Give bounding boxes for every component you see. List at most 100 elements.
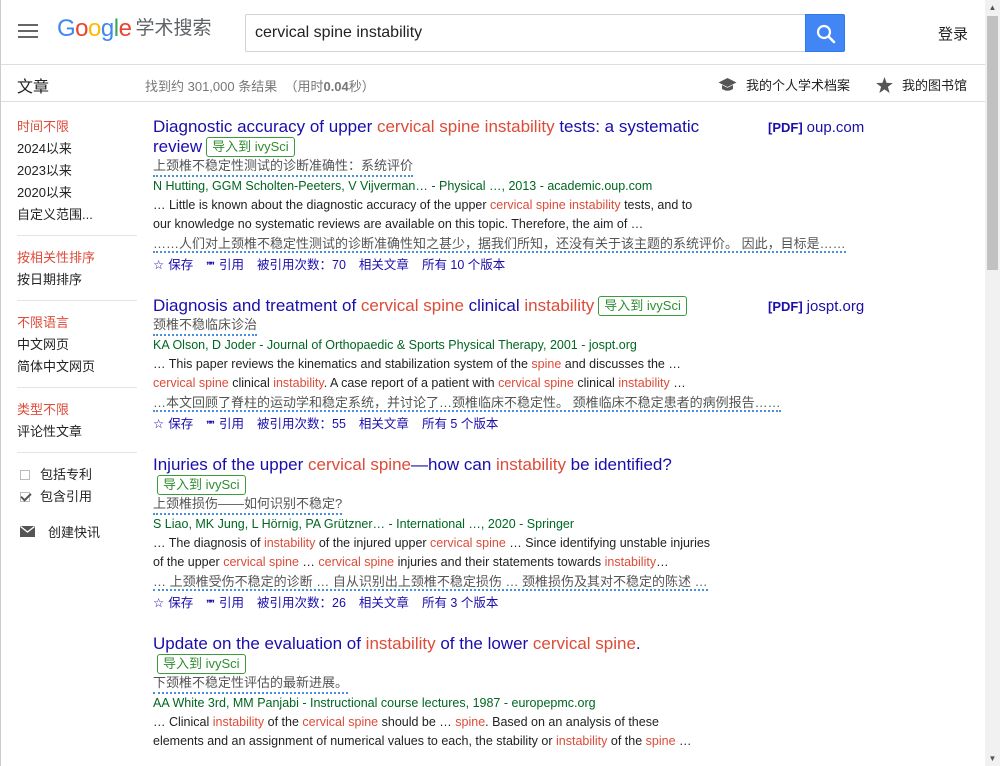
checkbox-unchecked[interactable]: [20, 470, 30, 480]
cited-by-link[interactable]: 被引用次数：26: [257, 596, 346, 610]
create-alert-label: 创建快讯: [48, 525, 101, 540]
snippet-text: should be …: [378, 715, 456, 729]
quote-icon: ❞❞: [206, 261, 215, 272]
snippet-text: injuries and their statements towards: [394, 555, 605, 569]
scroll-up-arrow-icon[interactable]: ▲: [985, 0, 1000, 15]
pdf-source: oup.com: [806, 119, 865, 136]
scroll-down-arrow-icon[interactable]: ▼: [985, 751, 1000, 766]
pdf-source: jospt.org: [806, 298, 865, 315]
result-snippet: … The diagnosis of instability of the in…: [153, 534, 713, 572]
checkbox-checked[interactable]: [20, 492, 30, 502]
title-highlight: cervical spine instability: [376, 117, 555, 136]
time-since-2020[interactable]: 2020以来: [17, 182, 137, 204]
vertical-scrollbar[interactable]: ▲ ▼: [985, 0, 1000, 766]
all-versions-link[interactable]: 所有 3 个版本: [422, 596, 498, 610]
snippet-translation-wrap: ……人们对上颈椎不稳定性测试的诊断准确性知之甚少，据我们所知，还没有关于该主题的…: [153, 235, 863, 253]
title-text: of the lower: [435, 634, 533, 653]
lang-simplified-chinese[interactable]: 简体中文网页: [17, 356, 137, 378]
import-ivysci-button[interactable]: 导入到 ivySci: [157, 475, 246, 495]
lang-any[interactable]: 不限语言: [17, 312, 137, 334]
include-patents-checkbox[interactable]: 包括专利: [17, 464, 137, 486]
snippet-translation-wrap: …本文回顾了脊柱的运动学和稳定系统，并讨论了…颈椎临床不稳定性。 颈椎临床不稳定…: [153, 394, 863, 412]
cite-button[interactable]: ❞❞ 引用: [206, 596, 244, 610]
login-button[interactable]: 登录: [938, 23, 968, 44]
title-highlight: cervical spine: [307, 455, 411, 474]
time-custom-range[interactable]: 自定义范围...: [17, 204, 137, 226]
save-label: 保存: [168, 417, 194, 431]
title-highlight: cervical spine: [532, 634, 636, 653]
result-snippet: … This paper reviews the kinematics and …: [153, 355, 713, 393]
result-title-link[interactable]: Diagnostic accuracy of upper cervical sp…: [153, 117, 733, 157]
time-any[interactable]: 时间不限: [17, 116, 137, 138]
results-stats: 找到约 301,000 条结果 （用时0.04秒）: [145, 76, 375, 95]
snippet-highlight: cervical spine instability: [490, 198, 621, 212]
my-library-link[interactable]: 我的图书馆: [876, 75, 967, 94]
scholar-product-name: 学术搜索: [135, 18, 212, 39]
related-articles-link[interactable]: 相关文章: [359, 596, 409, 610]
lang-chinese[interactable]: 中文网页: [17, 334, 137, 356]
snippet-text: . A case report of a patient with: [323, 376, 499, 390]
snippet-text: …: [298, 555, 319, 569]
snippet-translation: … 上颈椎受伤不稳定的诊断 … 自从识别出上颈椎不稳定损伤 … 颈椎损伤及其对不…: [153, 574, 708, 591]
scrollbar-thumb[interactable]: [987, 16, 998, 270]
import-ivysci-button[interactable]: 导入到 ivySci: [598, 296, 687, 316]
my-profile-label: 我的个人学术档案: [746, 78, 851, 93]
snippet-text: …: [656, 555, 669, 569]
type-any[interactable]: 类型不限: [17, 399, 137, 421]
result-actions: ☆ 保存 ❞❞ 引用 被引用次数：70 相关文章 所有 10 个版本: [153, 255, 873, 277]
menu-icon[interactable]: [18, 24, 38, 40]
import-ivysci-button[interactable]: 导入到 ivySci: [206, 137, 295, 157]
time-since-2024[interactable]: 2024以来: [17, 138, 137, 160]
save-button[interactable]: ☆ 保存: [153, 417, 193, 431]
browser-frame: Google学术搜索 登录 文章 找到约 301,000 条结果 （用时0.04…: [0, 0, 985, 766]
related-articles-link[interactable]: 相关文章: [359, 258, 409, 272]
search-input[interactable]: [245, 14, 806, 52]
cited-by-link[interactable]: 被引用次数：70: [257, 258, 346, 272]
results-toolbar: 文章 找到约 301,000 条结果 （用时0.04秒） 我的个人学术档案 我的…: [1, 64, 985, 102]
cite-button[interactable]: ❞❞ 引用: [206, 258, 244, 272]
logo-letter: o: [75, 15, 89, 42]
result-title-link[interactable]: Injuries of the upper cervical spine—how…: [153, 455, 733, 495]
cite-button[interactable]: ❞❞ 引用: [206, 417, 244, 431]
all-versions-link[interactable]: 所有 5 个版本: [422, 417, 498, 431]
result-title-link[interactable]: Update on the evaluation of instability …: [153, 634, 733, 674]
title-text: be identified?: [565, 455, 672, 474]
title-translation: 下颈椎不稳定性评估的最新进展。: [153, 674, 349, 694]
cited-by-link[interactable]: 被引用次数：55: [257, 417, 346, 431]
pdf-link[interactable]: [PDF] jospt.org: [768, 298, 864, 315]
title-highlight: instability: [365, 634, 436, 653]
title-highlight: instability: [524, 296, 595, 315]
results-list: Diagnostic accuracy of upper cervical sp…: [153, 117, 873, 766]
snippet-text: … Little is known about the diagnostic a…: [153, 198, 490, 212]
search-button[interactable]: [805, 14, 845, 52]
save-button[interactable]: ☆ 保存: [153, 258, 193, 272]
pdf-link[interactable]: [PDF] oup.com: [768, 119, 864, 136]
search-result: Injuries of the upper cervical spine—how…: [153, 455, 873, 615]
snippet-highlight: spine: [455, 715, 486, 729]
import-ivysci-button[interactable]: 导入到 ivySci: [157, 654, 246, 674]
search-result: Diagnosis and treatment of cervical spin…: [153, 296, 873, 436]
pdf-tag: [PDF]: [768, 299, 803, 314]
title-highlight: cervical spine: [360, 296, 464, 315]
mail-icon: [20, 526, 35, 537]
sort-by-date[interactable]: 按日期排序: [17, 269, 137, 291]
time-filter-group: 时间不限 2024以来 2023以来 2020以来 自定义范围...: [17, 116, 137, 236]
cite-label: 引用: [219, 596, 245, 610]
include-citations-checkbox[interactable]: 包含引用: [17, 486, 137, 508]
sort-by-relevance[interactable]: 按相关性排序: [17, 247, 137, 269]
related-articles-link[interactable]: 相关文章: [359, 417, 409, 431]
star-outline-icon: ☆: [153, 258, 165, 272]
logo[interactable]: Google 学术搜索: [57, 15, 211, 45]
type-review[interactable]: 评论性文章: [17, 421, 137, 443]
my-library-label: 我的图书馆: [902, 78, 968, 93]
result-title-link[interactable]: Diagnosis and treatment of cervical spin…: [153, 296, 733, 316]
snippet-translation: …本文回顾了脊柱的运动学和稳定系统，并讨论了…颈椎临床不稳定性。 颈椎临床不稳定…: [153, 395, 781, 412]
time-since-2023[interactable]: 2023以来: [17, 160, 137, 182]
snippet-highlight: instability: [556, 734, 608, 748]
title-text: Injuries of the upper: [153, 455, 308, 474]
my-profile-link[interactable]: 我的个人学术档案: [718, 75, 850, 94]
save-button[interactable]: ☆ 保存: [153, 596, 193, 610]
all-versions-link[interactable]: 所有 10 个版本: [422, 258, 505, 272]
create-alert-link[interactable]: 创建快讯: [17, 522, 137, 541]
title-text: .: [635, 634, 641, 653]
